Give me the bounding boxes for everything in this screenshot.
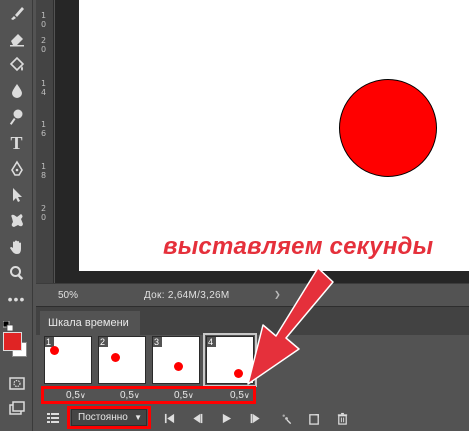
ruler-tick: 0 [41,45,47,54]
blur-drop-icon[interactable] [4,80,29,102]
ruler-tick: 1 [41,162,47,171]
previous-frame-icon[interactable] [188,409,206,427]
frame-red-dot [111,353,120,362]
ruler-tick: 4 [41,88,47,97]
ruler-tick: 2 [41,36,47,45]
dodge-icon[interactable] [4,106,29,128]
play-icon[interactable] [217,409,235,427]
path-selection-icon[interactable] [4,184,29,206]
duplicate-frame-icon[interactable] [305,409,323,427]
frame-number: 4 [207,337,216,347]
frame-thumbnail-1[interactable]: 1 [44,336,92,384]
delay-highlight-box [41,386,256,404]
hand-icon[interactable] [4,236,29,258]
red-circle-shape [339,79,437,177]
frame-thumbnail-4[interactable]: 4 [203,333,257,387]
trash-icon[interactable] [333,409,351,427]
custom-shape-icon[interactable] [4,210,29,232]
eraser-icon[interactable] [4,28,29,50]
frame-thumbnail-2[interactable]: 2 [98,336,146,384]
tween-icon[interactable] [277,409,295,427]
ruler-tick: 1 [41,11,47,20]
screen-mode-icon[interactable] [4,398,29,420]
status-menu-arrow-icon[interactable]: ❯ [274,290,281,299]
pen-icon[interactable] [4,158,29,180]
ruler-tick: 2 [41,204,47,213]
timeline-options-icon[interactable] [44,409,62,427]
ruler-tick: 1 [41,79,47,88]
vertical-ruler: 1 0 2 0 1 4 1 6 1 8 2 0 [36,0,54,283]
ruler-tick: 1 [41,120,47,129]
paint-bucket-icon[interactable] [4,54,29,76]
ruler-tick: 0 [41,20,47,29]
frame-thumbnail-3[interactable]: 3 [152,336,200,384]
timeline-header: Шкала времени [36,307,469,335]
frame-number: 3 [153,337,162,347]
ruler-tick: 6 [41,129,47,138]
foreground-color-swatch[interactable] [3,332,22,351]
more-tools-icon[interactable]: ••• [4,291,29,307]
zoom-icon[interactable] [4,262,29,284]
default-colors-icon[interactable] [2,318,14,332]
ruler-tick: 8 [41,171,47,180]
ruler-tick: 0 [41,213,47,222]
frame-red-dot [234,369,243,378]
frame-number: 2 [99,337,108,347]
zoom-level[interactable]: 50% [58,290,78,301]
loop-options-select[interactable]: Постоянно ▼ [71,409,147,426]
loop-option-label: Постоянно [78,412,128,423]
frame-red-dot [50,346,59,355]
brush-icon[interactable] [4,2,29,24]
frame-red-dot [174,362,183,371]
next-frame-icon[interactable] [246,409,264,427]
document-size: Док: 2,64M/3,26M [144,290,230,301]
status-bar: 50% Док: 2,64M/3,26M ❯ [36,283,469,305]
type-tool-icon[interactable]: T [4,132,29,154]
tab-timeline[interactable]: Шкала времени [40,311,140,335]
annotation-text: выставляем секунды [163,233,434,260]
chevron-down-icon: ▼ [134,413,142,422]
tools-panel: T ••• [0,0,33,431]
first-frame-icon[interactable] [160,409,178,427]
quick-mask-icon[interactable] [4,372,29,394]
